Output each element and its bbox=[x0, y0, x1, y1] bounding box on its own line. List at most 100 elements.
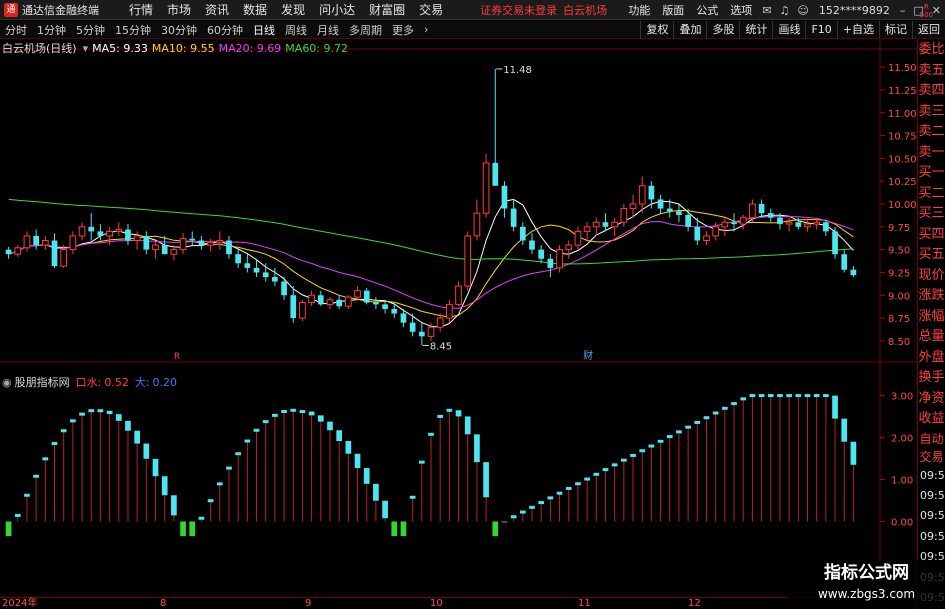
candle-body-down bbox=[262, 272, 269, 277]
indicator-marker bbox=[712, 411, 719, 415]
quote-field-11[interactable]: 现价 bbox=[918, 266, 945, 287]
period-weekly[interactable]: 周线 bbox=[280, 22, 312, 38]
menu-jiaoyi[interactable]: 交易 bbox=[412, 0, 450, 20]
avatar-icon[interactable]: ☺ bbox=[793, 4, 812, 17]
minimize-icon[interactable]: – bbox=[896, 4, 910, 17]
menu-caifuquan[interactable]: 财富圈 bbox=[362, 0, 412, 20]
period-30min[interactable]: 30分钟 bbox=[156, 22, 202, 38]
tool-f10[interactable]: F10 bbox=[805, 21, 836, 39]
indicator-tick-label: 0.00 bbox=[891, 517, 913, 528]
tool-fuquan[interactable]: 复权 bbox=[640, 21, 673, 39]
menu-hangqing[interactable]: 行情 bbox=[122, 0, 160, 20]
indicator-cyan-bar bbox=[850, 441, 857, 465]
user-account[interactable]: 152****9892 bbox=[813, 4, 896, 17]
indicator-marker bbox=[620, 458, 627, 462]
quote-field-12[interactable]: 涨跌 bbox=[918, 286, 945, 307]
chevron-right-icon[interactable]: › bbox=[419, 23, 433, 36]
mail-icon[interactable]: ✉ bbox=[758, 4, 775, 17]
indicator-cyan-bar bbox=[363, 468, 370, 484]
tool-biaoji[interactable]: 标记 bbox=[879, 21, 912, 39]
quote-field-3[interactable]: 卖三 bbox=[918, 102, 945, 123]
period-5min[interactable]: 5分钟 bbox=[71, 22, 110, 38]
candle-body-up bbox=[308, 294, 315, 304]
app-title: 通达信金融终端 bbox=[22, 3, 99, 17]
quote-field-5[interactable]: 卖一 bbox=[918, 143, 945, 164]
finance-marker: 财 bbox=[583, 349, 593, 362]
period-monthly[interactable]: 月线 bbox=[312, 22, 344, 38]
quote-field-18[interactable]: 收益 bbox=[918, 409, 945, 430]
tool-back[interactable]: 返回 bbox=[912, 21, 945, 39]
menu-gongshi[interactable]: 公式 bbox=[690, 2, 724, 18]
candle-body-up bbox=[464, 235, 472, 287]
tick-time-3: 09:52 bbox=[920, 529, 945, 543]
period-multi[interactable]: 多周期 bbox=[344, 22, 387, 38]
indicator-s1-label: 口水: bbox=[75, 376, 102, 389]
candle-body-up bbox=[446, 303, 453, 319]
tool-duogu[interactable]: 多股 bbox=[706, 21, 739, 39]
quote-field-7[interactable]: 买二 bbox=[918, 184, 945, 205]
candle-body-up bbox=[133, 235, 141, 241]
quote-field-15[interactable]: 外盘 bbox=[918, 348, 945, 369]
tool-add-watchlist[interactable]: +自选 bbox=[836, 21, 879, 39]
indicator-marker bbox=[639, 449, 646, 453]
menu-shichang[interactable]: 市场 bbox=[160, 0, 198, 20]
period-60min[interactable]: 60分钟 bbox=[202, 22, 248, 38]
tool-huaxian[interactable]: 画线 bbox=[772, 21, 805, 39]
tool-tongji[interactable]: 统计 bbox=[739, 21, 772, 39]
indicator-marker bbox=[758, 394, 765, 398]
indicator-neg-bar bbox=[501, 521, 508, 523]
candle-body-down bbox=[253, 267, 260, 273]
period-more[interactable]: 更多 bbox=[387, 22, 419, 38]
period-fenshi[interactable]: 分时 bbox=[0, 22, 32, 38]
period-15min[interactable]: 15分钟 bbox=[110, 22, 156, 38]
menu-gongneng[interactable]: 功能 bbox=[622, 2, 656, 18]
quote-field-10[interactable]: 买五 bbox=[918, 245, 945, 266]
menu-zixun[interactable]: 资讯 bbox=[198, 0, 236, 20]
indicator-marker bbox=[290, 408, 297, 412]
candle-body-down bbox=[850, 269, 857, 276]
indicator-tick-label: 1.00 bbox=[891, 476, 913, 487]
indicator-cyan-bar bbox=[327, 421, 333, 431]
candle-body-down bbox=[143, 235, 150, 250]
indicator-marker bbox=[88, 409, 95, 413]
candle-body-down bbox=[731, 222, 737, 225]
menu-xuanxiang[interactable]: 选项 bbox=[724, 2, 758, 18]
menu-wenxiaoda[interactable]: 问小达 bbox=[312, 0, 362, 20]
bell-icon[interactable]: ♫ bbox=[776, 4, 794, 17]
menu-shuju[interactable]: 数据 bbox=[236, 0, 274, 20]
quote-field-17[interactable]: 净资 bbox=[918, 389, 945, 410]
tool-diejia[interactable]: 叠加 bbox=[673, 21, 706, 39]
menu-faxian[interactable]: 发现 bbox=[274, 0, 312, 20]
quote-field-9[interactable]: 买四 bbox=[918, 225, 945, 246]
quote-field-8[interactable]: 买三 bbox=[918, 204, 945, 225]
quote-field-6[interactable]: 买一 bbox=[918, 163, 945, 184]
candle-body-up bbox=[23, 235, 31, 249]
period-1min[interactable]: 1分钟 bbox=[32, 22, 71, 38]
indicator-marker bbox=[584, 477, 590, 481]
indicator-marker bbox=[529, 505, 535, 509]
period-daily[interactable]: 日线 bbox=[248, 22, 280, 38]
dropdown-icon[interactable]: ▾ bbox=[83, 42, 89, 55]
indicator-marker bbox=[722, 406, 728, 410]
quote-field-2[interactable]: 卖四 bbox=[918, 81, 945, 102]
indicator-settings-icon[interactable]: ◉ bbox=[2, 376, 12, 389]
stock-chart[interactable]: 11.50 11.25 11.00 10.75 10.50 10.25 10.00 9.75 9… bbox=[0, 40, 917, 609]
auto-trade-button[interactable]: 自动 交易 bbox=[918, 430, 945, 466]
quote-field-16[interactable]: 换手 bbox=[918, 368, 945, 389]
trade-login-notice[interactable]: 证券交易未登录 bbox=[480, 2, 557, 18]
quote-field-13[interactable]: 涨幅 bbox=[918, 307, 945, 328]
price-annotations: 11.48 8.45 R 财 bbox=[174, 65, 593, 362]
indicator-neg-bar bbox=[492, 521, 499, 537]
quote-field-1[interactable]: 卖五 bbox=[918, 61, 945, 82]
indicator-cyan-bar bbox=[152, 458, 159, 477]
indicator-marker bbox=[51, 442, 58, 446]
quote-field-0[interactable]: 委比 bbox=[918, 40, 945, 61]
candle-body-down bbox=[501, 185, 508, 209]
indicator-marker bbox=[602, 468, 609, 472]
price-tick-label: 10.50 bbox=[888, 154, 917, 165]
menu-banmian[interactable]: 版面 bbox=[656, 2, 690, 18]
price-tick-label: 10.00 bbox=[888, 200, 917, 211]
indicator-cyan-bar bbox=[308, 411, 315, 416]
quote-field-4[interactable]: 卖二 bbox=[918, 122, 945, 143]
quote-field-14[interactable]: 总量 bbox=[918, 327, 945, 348]
